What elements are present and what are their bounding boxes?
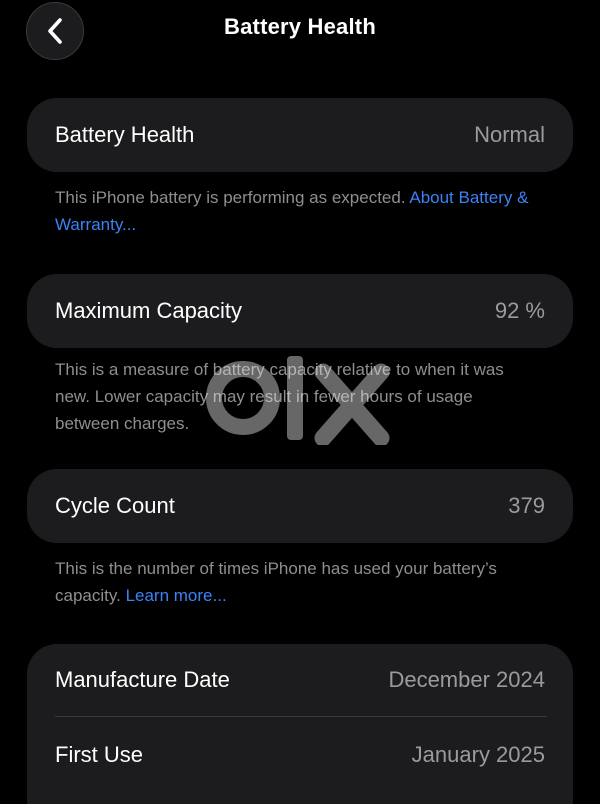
manufacture-date-value: December 2024 [388, 667, 545, 692]
learn-more-link[interactable]: Learn more... [126, 586, 227, 605]
manufacture-date-label: Manufacture Date [55, 667, 230, 692]
battery-health-row[interactable]: Battery Health Normal [27, 98, 573, 172]
maximum-capacity-label: Maximum Capacity [55, 298, 243, 323]
battery-health-card: Battery Health Normal [27, 98, 573, 172]
maximum-capacity-row: Maximum Capacity 92 % [27, 274, 573, 348]
cycle-count-row: Cycle Count 379 [27, 469, 573, 543]
battery-health-label: Battery Health [55, 122, 195, 147]
cycle-count-card: Cycle Count 379 [27, 469, 573, 543]
maximum-capacity-value: 92 % [494, 298, 545, 323]
first-use-row: First Use January 2025 [27, 717, 573, 793]
first-use-label: First Use [55, 742, 143, 767]
dates-card: Manufacture Date December 2024 First Use… [27, 644, 573, 804]
battery-health-footnote: This iPhone battery is performing as exp… [55, 184, 535, 238]
cycle-count-value: 379 [508, 493, 545, 518]
navigation-bar: Battery Health [0, 0, 600, 72]
cycle-count-footnote: This is the number of times iPhone has u… [55, 555, 535, 609]
battery-health-footnote-text: This iPhone battery is performing as exp… [55, 188, 410, 207]
maximum-capacity-footnote: This is a measure of battery capacity re… [55, 360, 504, 433]
page-title: Battery Health [224, 14, 376, 39]
first-use-value: January 2025 [411, 742, 545, 767]
maximum-capacity-card: Maximum Capacity 92 % [27, 274, 573, 348]
manufacture-date-row: Manufacture Date December 2024 [27, 644, 573, 716]
cycle-count-footnote-text: This is the number of times iPhone has u… [55, 559, 497, 605]
battery-health-value: Normal [474, 122, 545, 147]
cycle-count-label: Cycle Count [55, 493, 175, 518]
